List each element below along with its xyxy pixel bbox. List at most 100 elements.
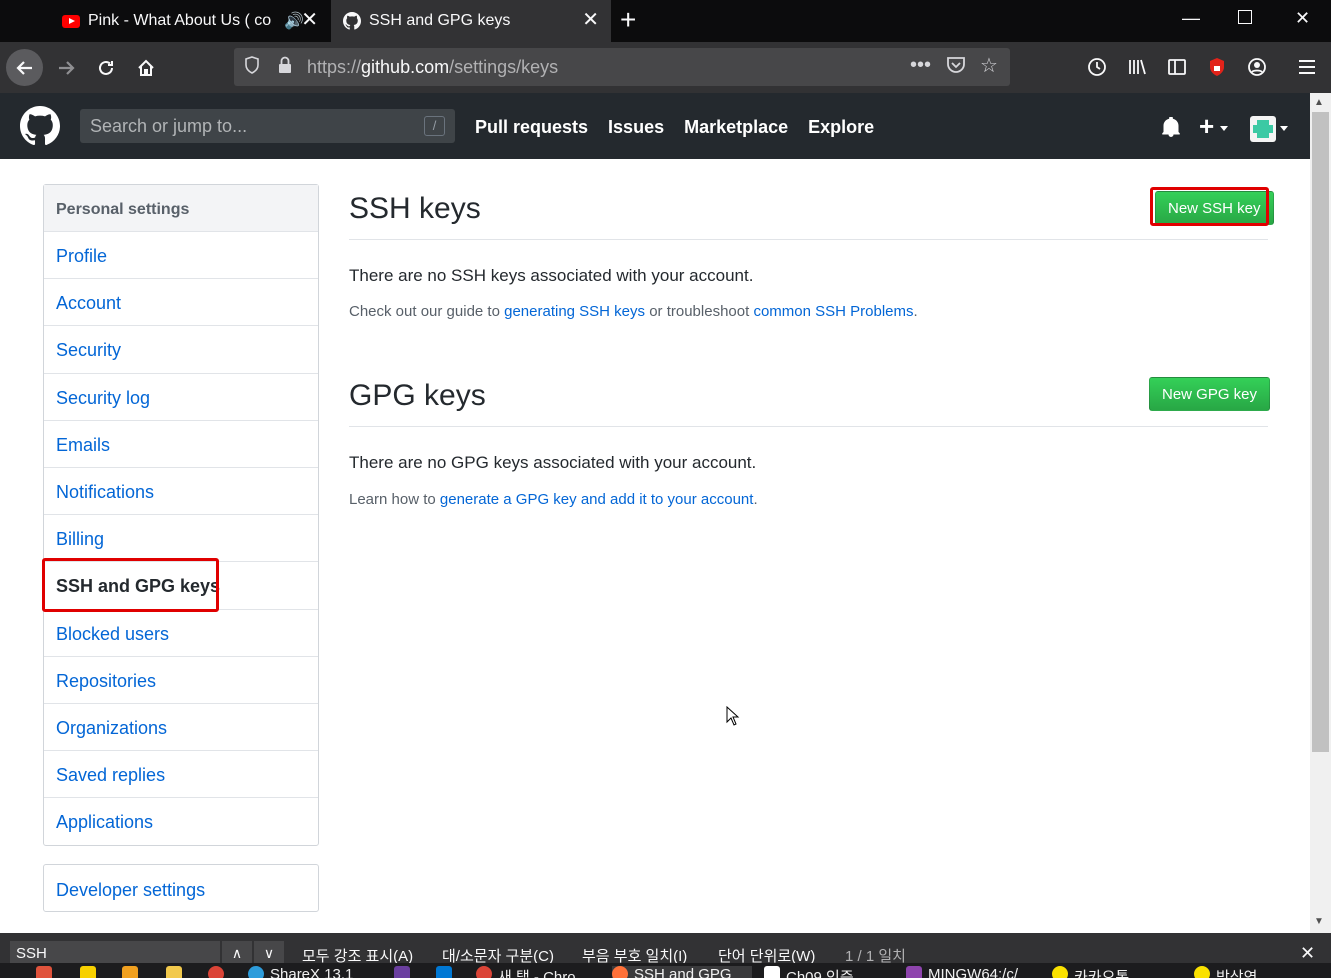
new-gpg-key-button[interactable]: New GPG key: [1149, 377, 1271, 411]
developer-settings-box: Developer settings: [43, 864, 319, 912]
taskbar-mingw[interactable]: MINGW64:/c/: [906, 966, 1018, 978]
sidebar-item-developer-settings[interactable]: Developer settings: [44, 865, 318, 901]
browser-tab-strip: Pink - What About Us ( co 🔊 ✕ SSH and GP…: [0, 0, 1331, 42]
mouse-cursor-icon: [726, 706, 740, 726]
scrollbar-thumb[interactable]: [1312, 112, 1329, 752]
account-icon[interactable]: [1246, 56, 1268, 78]
sidebar-item-emails[interactable]: Emails: [44, 421, 318, 468]
scroll-down-icon[interactable]: ▼: [1314, 916, 1324, 927]
taskbar-folder-icon[interactable]: [166, 966, 188, 978]
find-next-button[interactable]: ∨: [254, 941, 284, 965]
sidebar-item-security-log[interactable]: Security log: [44, 374, 318, 421]
taskbar-chat[interactable]: 박상연: [1194, 966, 1257, 978]
bookmark-star-icon[interactable]: ☆: [980, 53, 998, 78]
ssh-guide-note: Check out our guide to generating SSH ke…: [349, 303, 918, 320]
notifications-bell-icon[interactable]: [1161, 117, 1181, 137]
reload-button[interactable]: [94, 56, 118, 80]
taskbar-chrome-newtab[interactable]: 새 탭 - Chro: [476, 966, 576, 978]
sidebar-item-account[interactable]: Account: [44, 279, 318, 327]
home-button[interactable]: [134, 56, 158, 80]
sidebar-item-profile[interactable]: Profile: [44, 232, 318, 280]
avatar[interactable]: [1250, 116, 1276, 142]
sidebar-item-billing[interactable]: Billing: [44, 515, 318, 563]
maximize-icon[interactable]: [1238, 10, 1252, 24]
tab-youtube[interactable]: Pink - What About Us ( co 🔊 ✕: [48, 0, 330, 42]
sidebar-heading: Personal settings: [44, 185, 318, 232]
divider: [349, 239, 1268, 240]
nav-marketplace[interactable]: Marketplace: [684, 117, 788, 138]
taskbar-app-icon[interactable]: [394, 966, 416, 978]
settings-sidebar: Personal settings Profile Account Securi…: [43, 184, 319, 847]
new-tab-button[interactable]: +: [620, 6, 636, 34]
shield-icon[interactable]: [244, 56, 260, 79]
search-shortcut-key: /: [424, 116, 445, 136]
ssh-empty-message: There are no SSH keys associated with yo…: [349, 266, 754, 285]
taskbar-firefox-ssh[interactable]: SSH and GPG: [612, 966, 752, 978]
minimize-icon[interactable]: —: [1182, 8, 1200, 29]
sidebar-item-organizations[interactable]: Organizations: [44, 704, 318, 752]
github-search-input[interactable]: [90, 116, 410, 137]
gpg-keys-title: GPG keys: [349, 379, 486, 412]
sidebar-item-saved-replies[interactable]: Saved replies: [44, 751, 318, 799]
pocket-icon[interactable]: [946, 56, 966, 79]
nav-issues[interactable]: Issues: [608, 117, 664, 138]
generate-gpg-key-link[interactable]: generate a GPG key and add it to your ac…: [440, 491, 754, 508]
taskbar-app-icon[interactable]: [122, 966, 144, 978]
nav-explore[interactable]: Explore: [808, 117, 874, 138]
github-primary-nav: Pull requests Issues Marketplace Explore: [475, 117, 894, 138]
profile-caret-icon[interactable]: [1280, 126, 1288, 131]
taskbar-app-icon[interactable]: [80, 966, 102, 978]
close-tab-icon[interactable]: ✕: [582, 9, 599, 31]
taskbar-ch09[interactable]: Ch09 인증: [764, 966, 854, 978]
tab-title: Pink - What About Us ( co: [88, 12, 272, 29]
find-previous-button[interactable]: ∧: [222, 941, 252, 965]
github-icon: [343, 12, 361, 30]
tab-title: SSH and GPG keys: [369, 12, 511, 29]
hamburger-menu-icon[interactable]: [1296, 56, 1318, 78]
sidebar-item-notifications[interactable]: Notifications: [44, 468, 318, 516]
common-ssh-problems-link[interactable]: common SSH Problems: [753, 303, 913, 320]
nav-pull-requests[interactable]: Pull requests: [475, 117, 588, 138]
github-search-box: /: [80, 109, 455, 143]
taskbar-vscode-icon[interactable]: [436, 966, 458, 978]
new-ssh-key-highlight-box: [1150, 187, 1269, 226]
ssh-gpg-highlight-box: [42, 558, 219, 612]
generating-ssh-keys-link[interactable]: generating SSH keys: [504, 303, 645, 320]
forward-button[interactable]: [54, 56, 78, 80]
navigation-toolbar: https://github.com/settings/keys ••• ☆: [0, 42, 1331, 93]
github-header: / Pull requests Issues Marketplace Explo…: [0, 93, 1310, 159]
url-bar[interactable]: https://github.com/settings/keys ••• ☆: [234, 48, 1010, 86]
sidebar-item-security[interactable]: Security: [44, 326, 318, 374]
taskbar-app-icon[interactable]: [36, 966, 58, 978]
find-input[interactable]: [10, 941, 220, 965]
taskbar-chrome-icon[interactable]: [208, 966, 230, 978]
create-new-button[interactable]: +: [1199, 111, 1214, 142]
close-tab-icon[interactable]: ✕: [301, 9, 318, 31]
create-caret-icon[interactable]: [1220, 126, 1228, 131]
youtube-icon: [62, 12, 80, 30]
ssh-keys-title: SSH keys: [349, 192, 481, 225]
taskbar-kakaotalk[interactable]: 카카오톡: [1052, 966, 1129, 978]
sidebar-item-applications[interactable]: Applications: [44, 798, 318, 845]
extension-shield-icon[interactable]: [1206, 56, 1228, 78]
back-button[interactable]: [6, 49, 43, 86]
github-logo-icon[interactable]: [20, 106, 60, 146]
tab-github-keys[interactable]: SSH and GPG keys ✕: [331, 0, 611, 42]
taskbar-sharex[interactable]: ShareX 13.1: [248, 966, 353, 978]
find-close-icon[interactable]: ✕: [1300, 943, 1315, 964]
history-icon[interactable]: [1086, 56, 1108, 78]
window-close-icon[interactable]: ✕: [1295, 8, 1310, 29]
find-bar: ∧ ∨ 모두 강조 표시(A) 대/소문자 구분(C) 부음 부호 일치(I) …: [0, 933, 1331, 965]
sidebar-item-blocked-users[interactable]: Blocked users: [44, 610, 318, 657]
url-text[interactable]: https://github.com/settings/keys: [307, 57, 558, 78]
gpg-empty-message: There are no GPG keys associated with yo…: [349, 453, 757, 472]
windows-taskbar: ShareX 13.1 새 탭 - Chro SSH and GPG Ch09 …: [0, 963, 1331, 978]
scroll-up-icon[interactable]: ▲: [1314, 97, 1324, 108]
gpg-guide-note: Learn how to generate a GPG key and add …: [349, 491, 758, 508]
sidebar-toggle-icon[interactable]: [1166, 56, 1188, 78]
lock-icon[interactable]: [278, 56, 292, 79]
sidebar-item-repositories[interactable]: Repositories: [44, 657, 318, 704]
divider: [349, 426, 1268, 427]
page-actions-icon[interactable]: •••: [910, 54, 931, 77]
library-icon[interactable]: [1126, 56, 1148, 78]
